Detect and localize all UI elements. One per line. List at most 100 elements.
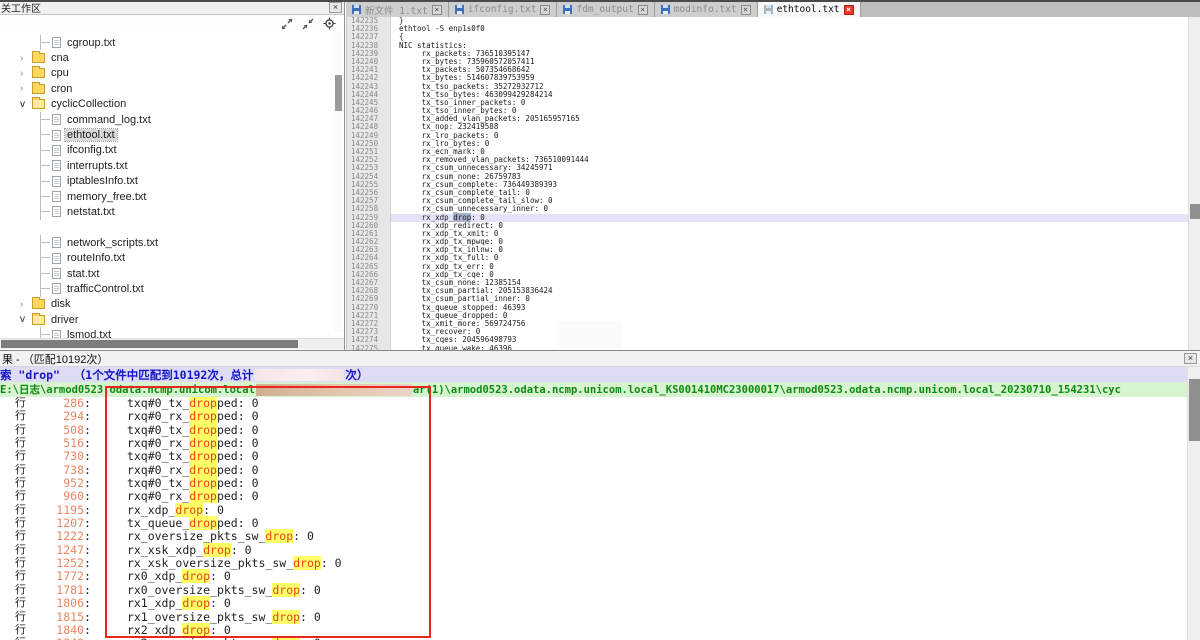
tree-item-memory_free.txt[interactable]: memory_free.txt <box>0 189 344 204</box>
result-line-number: 516 <box>28 437 84 450</box>
result-row[interactable]: 行516:rxq#0_rx_dropped: 0 <box>0 437 1200 450</box>
match-highlight: drop <box>182 596 210 610</box>
tree-item-network_scripts.txt[interactable]: network_scripts.txt <box>0 235 344 250</box>
result-row[interactable]: 行1806:rx1_xdp_drop: 0 <box>0 597 1200 610</box>
tab-label: 新文件 1.txt <box>365 3 428 17</box>
result-row[interactable]: 行508:txq#0_tx_dropped: 0 <box>0 424 1200 437</box>
result-row[interactable]: 行1195:rx_xdp_drop: 0 <box>0 504 1200 517</box>
line-text: rx_lro_bytes: 0 <box>391 140 1188 148</box>
chevron-right-icon[interactable]: › <box>20 68 32 79</box>
tree-item-ifconfig.txt[interactable]: ifconfig.txt <box>0 143 344 158</box>
redaction-box <box>42 218 292 233</box>
tree-item-trafficControl.txt[interactable]: trafficControl.txt <box>0 281 344 296</box>
editor-line[interactable]: 142236ethtool -S enp1s0f0 <box>347 25 1188 33</box>
close-tab-icon[interactable]: × <box>844 5 854 15</box>
tree-item-iptablesInfo.txt[interactable]: iptablesInfo.txt <box>0 174 344 189</box>
tree-connector <box>40 35 52 50</box>
locate-file-icon[interactable] <box>323 17 336 30</box>
chevron-down-icon[interactable]: v <box>20 99 32 110</box>
result-text: txq#0_tx_dropped: 0 <box>127 397 259 410</box>
tree-item-cna[interactable]: ›cna <box>0 50 344 65</box>
close-tab-icon[interactable]: × <box>741 5 751 15</box>
result-row[interactable]: 行1781:rx0_oversize_pkts_sw_drop: 0 <box>0 584 1200 597</box>
editor-pane[interactable]: 142235}142236ethtool -S enp1s0f0142237{1… <box>346 17 1188 350</box>
result-row[interactable]: 行1247:rx_xsk_xdp_drop: 0 <box>0 544 1200 557</box>
tree-item-label: stat.txt <box>65 268 101 280</box>
line-text: rx_xdp_tx_err: 0 <box>391 263 1188 271</box>
chevron-right-icon[interactable]: › <box>20 83 32 94</box>
editor-line[interactable]: 142237{ <box>347 33 1188 41</box>
tree-item-stat.txt[interactable]: stat.txt <box>0 266 344 281</box>
tree-connector <box>40 189 52 204</box>
match-highlight: drop <box>265 529 293 543</box>
tree-horizontal-scrollbar[interactable] <box>0 338 344 349</box>
tree-item-driver[interactable]: vdriver <box>0 312 344 327</box>
tree-item-ethtool.txt[interactable]: ethtool.txt <box>0 127 344 142</box>
results-header: 果 - （匹配10192次） × <box>0 351 1200 367</box>
scrollbar-thumb[interactable] <box>335 75 342 111</box>
result-row[interactable]: 行294:rxq#0_rx_dropped: 0 <box>0 410 1200 423</box>
chevron-right-icon[interactable]: › <box>20 53 32 64</box>
result-file-path[interactable]: E:\日志\armod0523.odata.ncmp.unicom.local … <box>0 382 1200 397</box>
tree-item-label: network_scripts.txt <box>65 237 160 249</box>
result-text: rx1_oversize_pkts_sw_drop: 0 <box>127 611 321 624</box>
tab-ethtool.txt[interactable]: ethtool.txt × <box>758 2 861 17</box>
match-highlight: drop <box>189 489 217 503</box>
workspace-panel: 关工作区 × cgroup.txt›cna›cpu›cronvcyclicCol… <box>0 0 345 350</box>
result-colon: : <box>84 557 91 570</box>
result-row[interactable]: 行1252:rx_xsk_oversize_pkts_sw_drop: 0 <box>0 557 1200 570</box>
close-tab-icon[interactable]: × <box>638 5 648 15</box>
line-text: tx_xmit_more: 569724756 <box>391 320 1188 328</box>
tab-ifconfig.txt[interactable]: ifconfig.txt× <box>449 2 558 17</box>
tree-vertical-scrollbar[interactable] <box>334 32 343 332</box>
tree-item-cron[interactable]: ›cron <box>0 81 344 96</box>
chevron-down-icon[interactable]: v <box>20 314 32 325</box>
close-tab-icon[interactable]: × <box>540 5 550 15</box>
tree-connector <box>40 327 52 338</box>
tree-item-interrupts.txt[interactable]: interrupts.txt <box>0 158 344 173</box>
tree-item-cyclicCollection[interactable]: vcyclicCollection <box>0 97 344 112</box>
result-colon: : <box>84 424 91 437</box>
result-row[interactable]: 行960:rxq#0_rx_dropped: 0 <box>0 490 1200 503</box>
tree-item-lsmod.txt[interactable]: lsmod.txt <box>0 327 344 338</box>
scrollbar-thumb[interactable] <box>1189 379 1200 441</box>
result-row[interactable]: 行738:rxq#0_rx_dropped: 0 <box>0 464 1200 477</box>
expand-panel-icon[interactable] <box>281 18 293 30</box>
result-row[interactable]: 行1840:rx2_xdp_drop: 0 <box>0 624 1200 637</box>
result-row[interactable]: 行1772:rx0_xdp_drop: 0 <box>0 570 1200 583</box>
results-vertical-scrollbar[interactable] <box>1187 367 1200 640</box>
row-label: 行 <box>15 544 28 557</box>
match-highlight: drop <box>189 409 217 423</box>
match-highlight: drop <box>189 476 217 490</box>
result-row[interactable]: 行286:txq#0_tx_dropped: 0 <box>0 397 1200 410</box>
tab-label: ethtool.txt <box>777 4 840 15</box>
result-row[interactable]: 行952:txq#0_tx_dropped: 0 <box>0 477 1200 490</box>
result-row[interactable]: 行1815:rx1_oversize_pkts_sw_drop: 0 <box>0 611 1200 624</box>
tree-item-cgroup.txt[interactable]: cgroup.txt <box>0 35 344 50</box>
chevron-right-icon[interactable]: › <box>20 299 32 310</box>
result-colon: : <box>84 530 91 543</box>
result-row[interactable]: 行1207:tx_queue_dropped: 0 <box>0 517 1200 530</box>
tab--1.txt[interactable]: 新文件 1.txt × <box>346 2 449 17</box>
folder-icon <box>32 53 45 63</box>
tab-fdm_output[interactable]: fdm_output× <box>557 2 654 17</box>
result-row[interactable]: 行730:txq#0_tx_dropped: 0 <box>0 450 1200 463</box>
tree-item-disk[interactable]: ›disk <box>0 297 344 312</box>
editor-vertical-scrollbar[interactable] <box>1188 17 1200 350</box>
tree-item-cpu[interactable]: ›cpu <box>0 66 344 81</box>
file-icon <box>52 237 61 248</box>
scrollbar-thumb[interactable] <box>1 340 298 348</box>
save-icon <box>661 5 670 14</box>
result-text: rx_xsk_oversize_pkts_sw_drop: 0 <box>127 557 342 570</box>
tab-modinfo.txt[interactable]: modinfo.txt× <box>655 2 758 17</box>
close-tab-icon[interactable]: × <box>432 5 442 15</box>
tree-item-routeInfo.txt[interactable]: routeInfo.txt <box>0 250 344 265</box>
tree-item-command_log.txt[interactable]: command_log.txt <box>0 112 344 127</box>
row-label: 行 <box>15 597 28 610</box>
collapse-panel-icon[interactable] <box>302 18 314 30</box>
result-colon: : <box>84 544 91 557</box>
close-results-icon[interactable]: × <box>1184 353 1197 364</box>
result-row[interactable]: 行1222:rx_oversize_pkts_sw_drop: 0 <box>0 530 1200 543</box>
close-icon[interactable]: × <box>329 2 342 13</box>
scrollbar-thumb[interactable] <box>1190 204 1200 219</box>
